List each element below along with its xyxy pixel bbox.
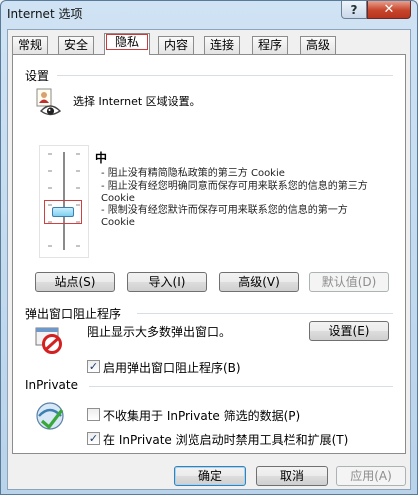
- close-button[interactable]: ✕: [367, 1, 411, 19]
- privacy-bullet-2: - 阻止没有经您明确同意而保存可用来联系您的信息的第三方 Cookie: [101, 181, 368, 204]
- title-bar[interactable]: Internet 选项 ? ✕: [1, 1, 417, 23]
- settings-divider: [57, 75, 393, 76]
- privacy-level-slider[interactable]: [39, 145, 89, 258]
- window-title: Internet 选项: [7, 7, 83, 21]
- inprivate-section-title: InPrivate: [25, 378, 78, 392]
- disable-toolbars-inprivate-label[interactable]: 在 InPrivate 浏览启动时禁用工具栏和扩展(T): [103, 431, 348, 448]
- inprivate-icon: [35, 401, 65, 434]
- settings-description: 选择 Internet 区域设置。: [73, 95, 201, 108]
- import-button[interactable]: 导入(I): [127, 272, 207, 292]
- privacy-bullet-3: - 限制没有经您默许而保存可用来联系您的信息的第一方 Cookie: [101, 205, 348, 228]
- popup-description: 阻止显示大多数弹出窗口。: [87, 325, 232, 339]
- privacy-icon: [33, 87, 65, 122]
- no-collect-inprivate-label[interactable]: 不收集用于 InPrivate 筛选的数据(P): [103, 407, 300, 424]
- popup-divider: [137, 313, 393, 314]
- tab-connections[interactable]: 连接: [204, 36, 241, 54]
- disable-toolbars-inprivate-checkbox[interactable]: ✓: [87, 432, 100, 445]
- enable-popup-blocker-checkbox[interactable]: ✓: [87, 360, 100, 373]
- enable-popup-blocker-label[interactable]: 启用弹出窗口阻止程序(B): [103, 359, 241, 376]
- tab-privacy-label: 隐私: [105, 34, 149, 50]
- tab-advanced[interactable]: 高级: [300, 36, 337, 54]
- help-button[interactable]: ?: [341, 1, 367, 19]
- tab-privacy[interactable]: 隐私: [104, 33, 151, 55]
- inprivate-divider: [89, 386, 393, 387]
- popup-settings-button[interactable]: 设置(E): [309, 321, 389, 341]
- internet-options-dialog: Internet 选项 ? ✕ 常规 安全 隐私 内容 连接 程序 高级 设置: [0, 0, 418, 495]
- settings-section-title: 设置: [25, 69, 50, 83]
- default-button[interactable]: 默认值(D): [309, 272, 389, 292]
- tab-general[interactable]: 常规: [12, 36, 49, 54]
- no-collect-inprivate-checkbox[interactable]: [87, 408, 100, 421]
- privacy-panel: 设置 选择 Internet 区域设置。 中 - 阻止没有精简隐私政策的第三方 …: [12, 54, 406, 454]
- sites-button[interactable]: 站点(S): [35, 272, 115, 292]
- advanced-button[interactable]: 高级(V): [219, 272, 299, 292]
- privacy-slider-thumb[interactable]: [44, 200, 82, 224]
- privacy-level-label: 中: [95, 151, 108, 165]
- tab-security[interactable]: 安全: [58, 36, 95, 54]
- popup-section-title: 弹出窗口阻止程序: [25, 307, 122, 321]
- ok-button[interactable]: 确定: [174, 466, 246, 486]
- apply-button[interactable]: 应用(A): [336, 466, 406, 486]
- popup-blocker-icon: [35, 325, 65, 358]
- cancel-button[interactable]: 取消: [256, 466, 328, 486]
- privacy-bullet-1: - 阻止没有精简隐私政策的第三方 Cookie: [101, 168, 285, 179]
- dialog-client-area: 常规 安全 隐私 内容 连接 程序 高级 设置 选择 Internet 区域设置…: [7, 29, 411, 490]
- tab-programs[interactable]: 程序: [252, 36, 289, 54]
- tab-content[interactable]: 内容: [158, 36, 195, 54]
